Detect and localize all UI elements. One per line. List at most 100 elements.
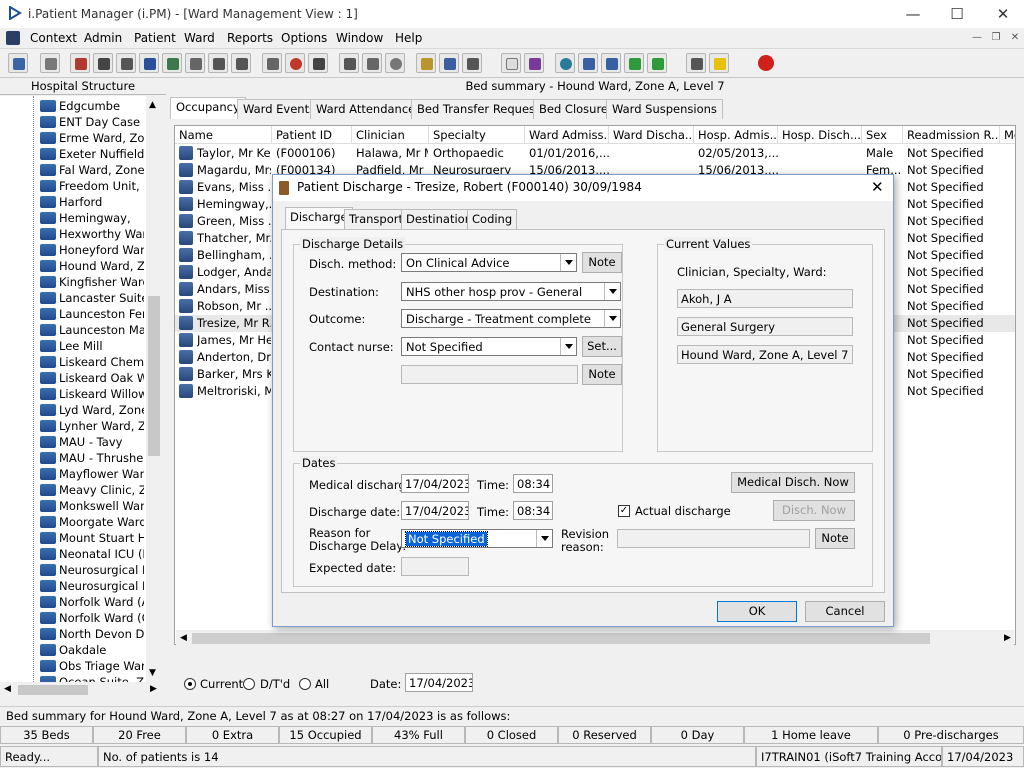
col-header-ward-discharge[interactable]: Ward Discha... [609, 126, 694, 144]
tab-ward-attendances[interactable]: Ward Attendances [310, 99, 428, 119]
chevron-down-icon[interactable] [560, 338, 576, 355]
toolbar-exit-icon[interactable] [756, 53, 776, 73]
tree-item[interactable]: Hexworthy Ward, [40, 226, 144, 242]
scroll-up-icon[interactable]: ▲ [149, 100, 156, 110]
menu-ward[interactable]: Ward [184, 31, 215, 45]
mdi-close-icon[interactable]: ✕ [1008, 32, 1022, 45]
toolbar-clock-icon[interactable] [285, 53, 305, 73]
toolbar-screen-icon[interactable] [308, 53, 328, 73]
chevron-down-icon[interactable] [560, 254, 576, 271]
toolbar-card-icon[interactable] [362, 53, 382, 73]
mdi-minimize-icon[interactable]: — [970, 32, 984, 45]
toolbar-transfer-icon[interactable] [231, 53, 251, 73]
discharge-time-input[interactable]: 08:34 [513, 501, 553, 520]
tree-item[interactable]: Edgcumbe [40, 98, 144, 114]
tree-item[interactable]: Kingfisher Ward [40, 274, 144, 290]
col-header-clinician[interactable]: Clinician [352, 126, 429, 144]
table-row[interactable]: Taylor, Mr Kel... (F000106) Halawa, Mr M Or… [175, 145, 1015, 162]
toolbar-doc-icon[interactable] [416, 53, 436, 73]
dialog-tab-discharge[interactable]: Discharge [285, 207, 353, 230]
col-header-hosp-discharge[interactable]: Hosp. Disch... [778, 126, 862, 144]
col-header-me[interactable]: Me [1000, 126, 1015, 144]
minimize-icon[interactable]: — [902, 4, 924, 24]
hospital-structure-tree[interactable]: Edgcumbe ENT Day Case U Erme Ward, Zone Exe… [0, 96, 162, 696]
outcome-select[interactable]: Discharge - Treatment complete [401, 309, 621, 328]
mdi-restore-icon[interactable]: ❐ [989, 32, 1003, 45]
menu-options[interactable]: Options [281, 31, 327, 45]
tree-item[interactable]: Hemingway, [40, 210, 144, 226]
grid-hscroll-thumb[interactable] [192, 633, 930, 644]
tree-item[interactable]: Lee Mill [40, 338, 144, 354]
destination-select[interactable]: NHS other hosp prov - General [401, 282, 621, 301]
toolbar-download-icon[interactable] [624, 53, 644, 73]
cancel-button[interactable]: Cancel [805, 601, 885, 622]
col-header-specialty[interactable]: Specialty [429, 126, 525, 144]
grid-horizontal-scrollbar[interactable]: ◀ ▶ [176, 630, 1014, 647]
toolbar-sync-icon[interactable] [647, 53, 667, 73]
current-radio[interactable] [184, 678, 196, 690]
close-icon[interactable]: ✕ [992, 4, 1014, 24]
tree-item[interactable]: Exeter Nuffield H [40, 146, 144, 162]
grid-scroll-left-icon[interactable]: ◀ [180, 633, 187, 643]
menu-context[interactable]: Context [30, 31, 77, 45]
tree-scroll-thumb[interactable] [148, 296, 160, 456]
scroll-left-icon[interactable]: ◀ [4, 684, 11, 694]
revision-note-button[interactable]: Note [815, 528, 855, 549]
toolbar-doctor-icon[interactable] [162, 53, 182, 73]
scroll-down-icon[interactable]: ▼ [149, 668, 156, 678]
chevron-down-icon[interactable] [604, 283, 620, 300]
col-header-ward-admission[interactable]: Ward Admiss... [525, 126, 609, 144]
tab-bed-transfer-requests[interactable]: Bed Transfer Requests [411, 99, 552, 119]
toolbar-sort-icon[interactable] [686, 53, 706, 73]
tree-item[interactable]: Launceston Fema [40, 306, 144, 322]
toolbar-record-icon[interactable] [93, 53, 113, 73]
tree-item[interactable]: Launceston Male [40, 322, 144, 338]
col-header-patient-id[interactable]: Patient ID [272, 126, 352, 144]
toolbar-ambulance-icon[interactable] [439, 53, 459, 73]
tab-ward-events[interactable]: Ward Events [237, 99, 322, 119]
tree-item[interactable]: Oakdale [40, 642, 144, 658]
discharge-delay-select[interactable]: Not Specified [401, 529, 553, 548]
tree-item[interactable]: Honeyford Ward, [40, 242, 144, 258]
tree-item[interactable]: Norfolk Ward (Co [40, 610, 144, 626]
medical-disch-now-button[interactable]: Medical Disch. Now [731, 472, 855, 493]
tree-item[interactable]: Obs Triage Ward [40, 658, 144, 674]
tree-item[interactable]: Neurosurgical Hig [40, 562, 144, 578]
tree-item[interactable]: Erme Ward, Zone [40, 130, 144, 146]
dialog-tab-coding[interactable]: Coding [467, 209, 518, 229]
col-header-sex[interactable]: Sex [862, 126, 903, 144]
toolbar-print-icon[interactable] [40, 53, 60, 73]
tree-item[interactable]: Lyd Ward, Zone I [40, 402, 144, 418]
tree-item[interactable]: Monkswell Ward, [40, 498, 144, 514]
medical-discharge-date-input[interactable]: 17/04/2023 [401, 474, 469, 493]
all-radio[interactable] [299, 678, 311, 690]
ok-button[interactable]: OK [717, 601, 797, 622]
date-filter-input[interactable]: 17/04/2023 [405, 673, 473, 692]
tab-ward-suspensions[interactable]: Ward Suspensions [606, 99, 723, 119]
tree-item[interactable]: Lynher Ward, Zor [40, 418, 144, 434]
tree-item[interactable]: Liskeard Willow V [40, 386, 144, 402]
toolbar-stop-icon[interactable] [385, 53, 405, 73]
toolbar-m-icon[interactable] [139, 53, 159, 73]
menu-patient[interactable]: Patient [134, 31, 176, 45]
tree-horizontal-scrollbar[interactable]: ◀ ▶ [0, 682, 162, 698]
tree-item[interactable]: Fal Ward, Zone E [40, 162, 144, 178]
toolbar-bed-icon[interactable] [208, 53, 228, 73]
toolbar-page-icon[interactable] [501, 53, 521, 73]
tab-occupancy[interactable]: Occupancy [170, 97, 246, 119]
toolbar-barchart-icon[interactable] [524, 53, 544, 73]
disch-method-select[interactable]: On Clinical Advice [401, 253, 577, 272]
col-header-hosp-admission[interactable]: Hosp. Admis... [694, 126, 778, 144]
toolbar-globe-icon[interactable] [555, 53, 575, 73]
dialog-close-icon[interactable]: ✕ [871, 178, 884, 196]
tree-item[interactable]: Meavy Clinic, Zor [40, 482, 144, 498]
tree-hscroll-thumb[interactable] [18, 685, 88, 695]
menu-help[interactable]: Help [395, 31, 422, 45]
contact-nurse-select[interactable]: Not Specified [401, 337, 577, 356]
tree-item[interactable]: Norfolk Ward (Ad [40, 594, 144, 610]
tree-item[interactable]: Neurosurgical Inte [40, 578, 144, 594]
tree-item[interactable]: Hound Ward, Zon [40, 258, 144, 274]
tree-item[interactable]: ENT Day Case U [40, 114, 144, 130]
app-menu-icon[interactable] [6, 31, 20, 45]
dtd-radio[interactable] [243, 678, 255, 690]
